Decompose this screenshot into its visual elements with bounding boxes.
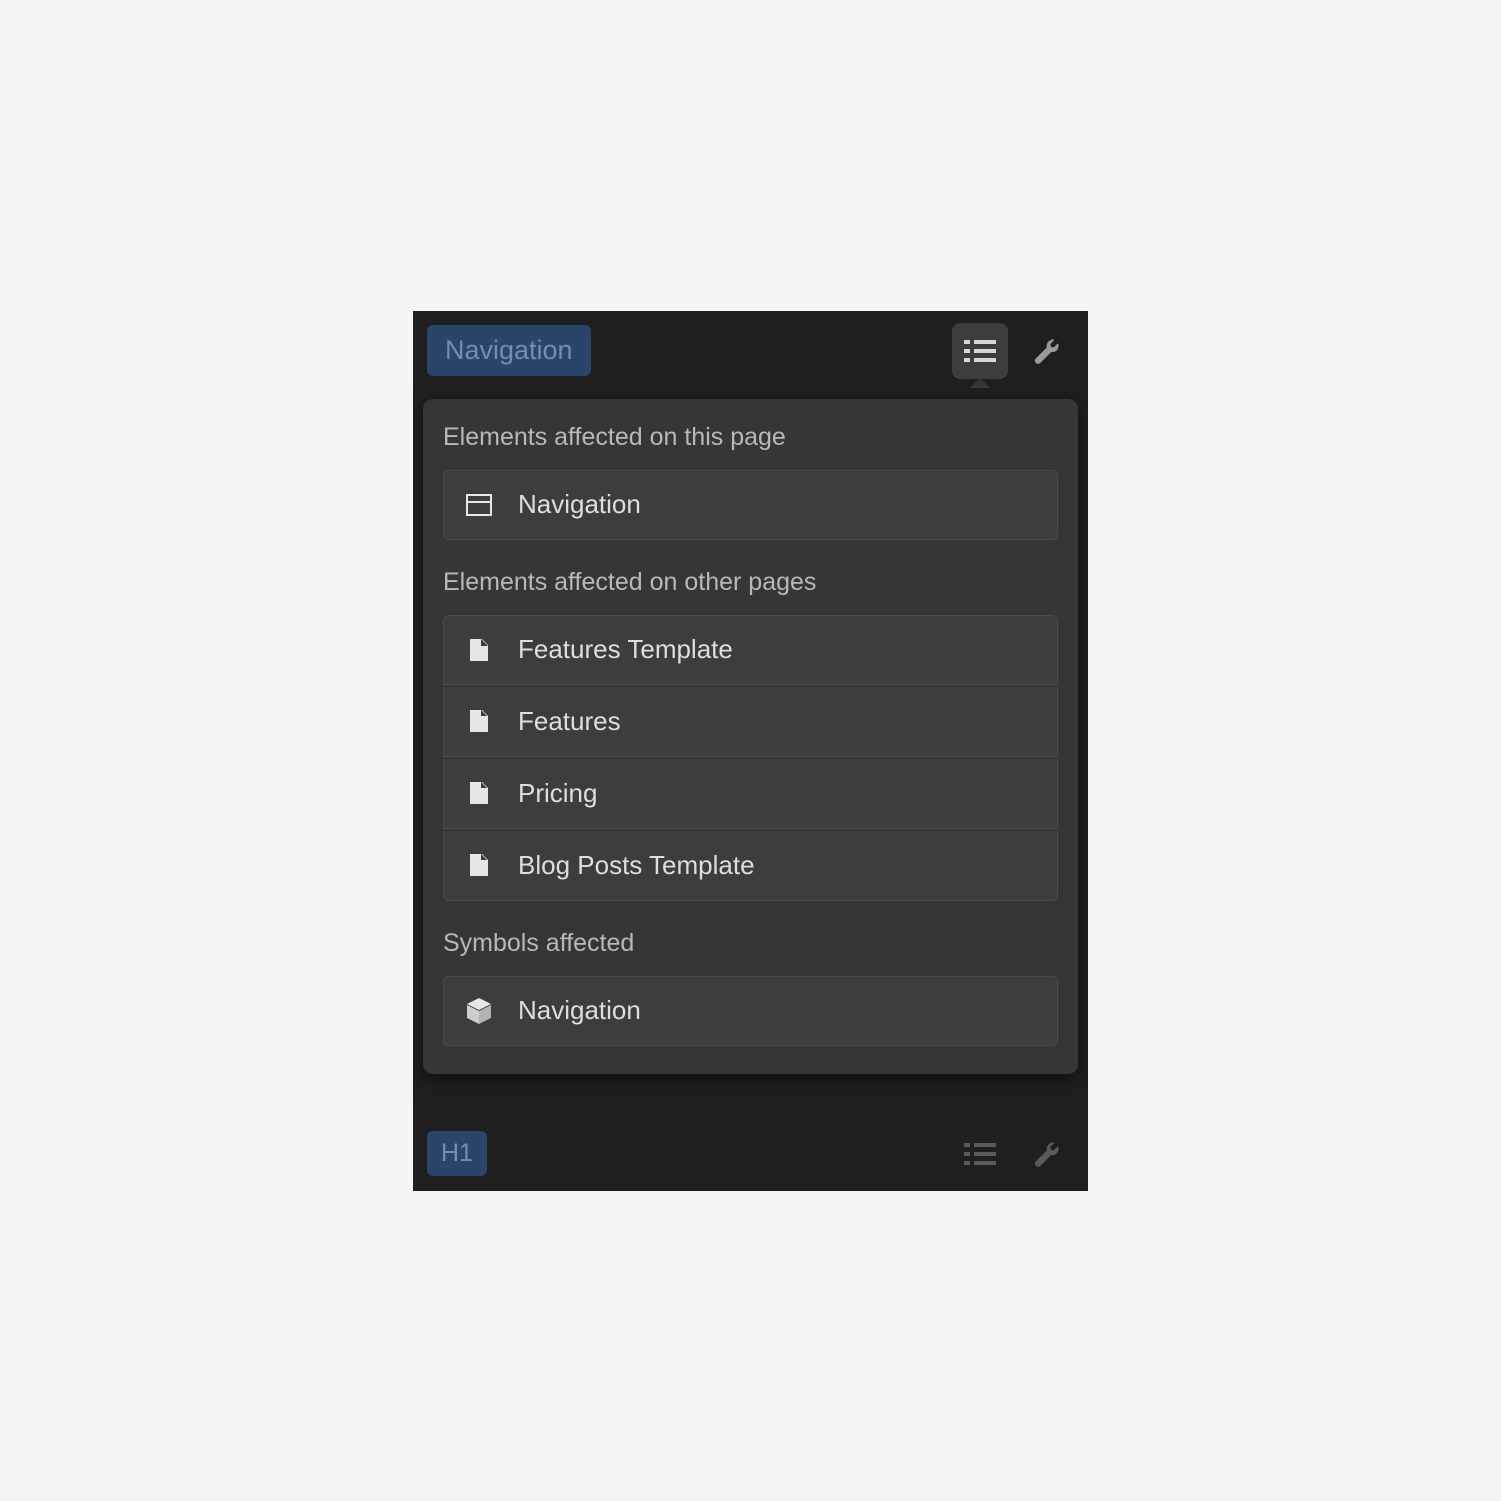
list-item[interactable]: Blog Posts Template [443,831,1058,901]
list-item-label: Pricing [518,778,597,809]
settings-button[interactable] [1018,1126,1074,1182]
this-page-list: Navigation [443,470,1058,540]
list-item-label: Navigation [518,489,641,520]
symbol-icon [466,998,492,1024]
page-icon [466,854,492,876]
list-item[interactable]: Features Template [443,615,1058,685]
tag-chip-label: H1 [441,1139,473,1167]
wrench-icon [1031,336,1061,366]
section-icon [466,494,492,516]
list-icon [964,1141,996,1167]
list-item[interactable]: Pricing [443,759,1058,829]
page-icon [466,782,492,804]
section-title-other-pages: Elements affected on other pages [443,568,1058,597]
section-title-this-page: Elements affected on this page [443,423,1058,452]
section-title-symbols: Symbols affected [443,929,1058,958]
other-pages-list: Features Template Features Pricing Blog … [443,615,1058,901]
bottombar: H1 [413,1117,1088,1191]
list-item-label: Blog Posts Template [518,850,755,881]
list-item[interactable]: Features [443,687,1058,757]
page-icon [466,639,492,661]
class-chip[interactable]: Navigation [427,325,591,376]
class-chip-label: Navigation [445,335,573,365]
list-item-label: Navigation [518,995,641,1026]
page-icon [466,710,492,732]
settings-button[interactable] [1018,323,1074,379]
list-item-label: Features [518,706,621,737]
topbar: Navigation [413,311,1088,391]
symbols-list: Navigation [443,976,1058,1046]
tag-chip[interactable]: H1 [427,1131,487,1176]
list-icon [964,338,996,364]
affected-elements-button[interactable] [952,1126,1008,1182]
list-item[interactable]: Navigation [443,470,1058,540]
list-item[interactable]: Navigation [443,976,1058,1046]
style-panel: Navigation Ele [413,311,1088,1191]
affected-elements-button[interactable] [952,323,1008,379]
list-item-label: Features Template [518,634,733,665]
affected-elements-popover: Elements affected on this page Navigatio… [423,399,1078,1074]
wrench-icon [1031,1139,1061,1169]
